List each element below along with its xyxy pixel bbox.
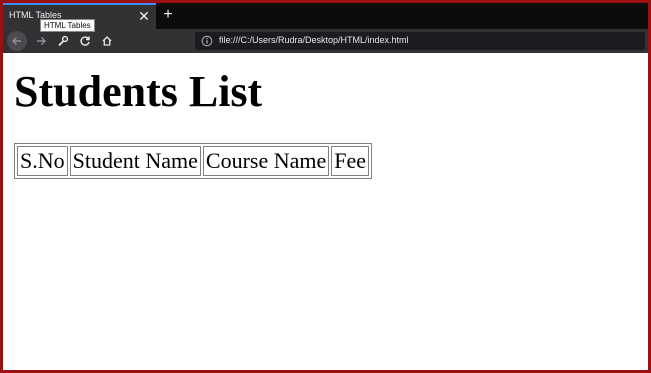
reload-icon bbox=[80, 36, 90, 46]
address-bar[interactable]: file:///C:/Users/Rudra/Desktop/HTML/inde… bbox=[195, 32, 645, 50]
new-tab-button[interactable]: + bbox=[159, 5, 177, 25]
reload-button[interactable] bbox=[75, 31, 95, 51]
table-cell-student-name: Student Name bbox=[69, 146, 201, 176]
forward-arrow-icon bbox=[37, 37, 46, 45]
table-cell-course-name: Course Name bbox=[202, 146, 330, 176]
forward-button[interactable] bbox=[31, 31, 51, 51]
screenshot-frame: HTML Tables ✕ + HTML Tables file:///C:/U… bbox=[0, 0, 651, 373]
tab-tooltip: HTML Tables bbox=[40, 19, 95, 32]
info-icon[interactable] bbox=[201, 35, 213, 47]
navigation-toolbar: file:///C:/Users/Rudra/Desktop/HTML/inde… bbox=[3, 29, 648, 53]
table-cell-fee: Fee bbox=[331, 146, 370, 176]
page-content: Students List S.No Student Name Course N… bbox=[3, 53, 648, 370]
back-button[interactable] bbox=[7, 31, 27, 51]
page-title: Students List bbox=[14, 67, 263, 116]
table-row: S.No Student Name Course Name Fee bbox=[17, 146, 370, 176]
back-arrow-icon bbox=[12, 37, 21, 45]
tools-button[interactable] bbox=[53, 31, 73, 51]
students-table: S.No Student Name Course Name Fee bbox=[14, 143, 373, 179]
url-text[interactable]: file:///C:/Users/Rudra/Desktop/HTML/inde… bbox=[219, 35, 409, 45]
home-icon bbox=[102, 36, 112, 46]
home-button[interactable] bbox=[97, 31, 117, 51]
tab-strip: HTML Tables ✕ + HTML Tables bbox=[3, 3, 648, 32]
table-cell-sno: S.No bbox=[17, 146, 68, 176]
wrench-icon bbox=[58, 35, 69, 47]
close-tab-icon[interactable]: ✕ bbox=[137, 7, 151, 25]
